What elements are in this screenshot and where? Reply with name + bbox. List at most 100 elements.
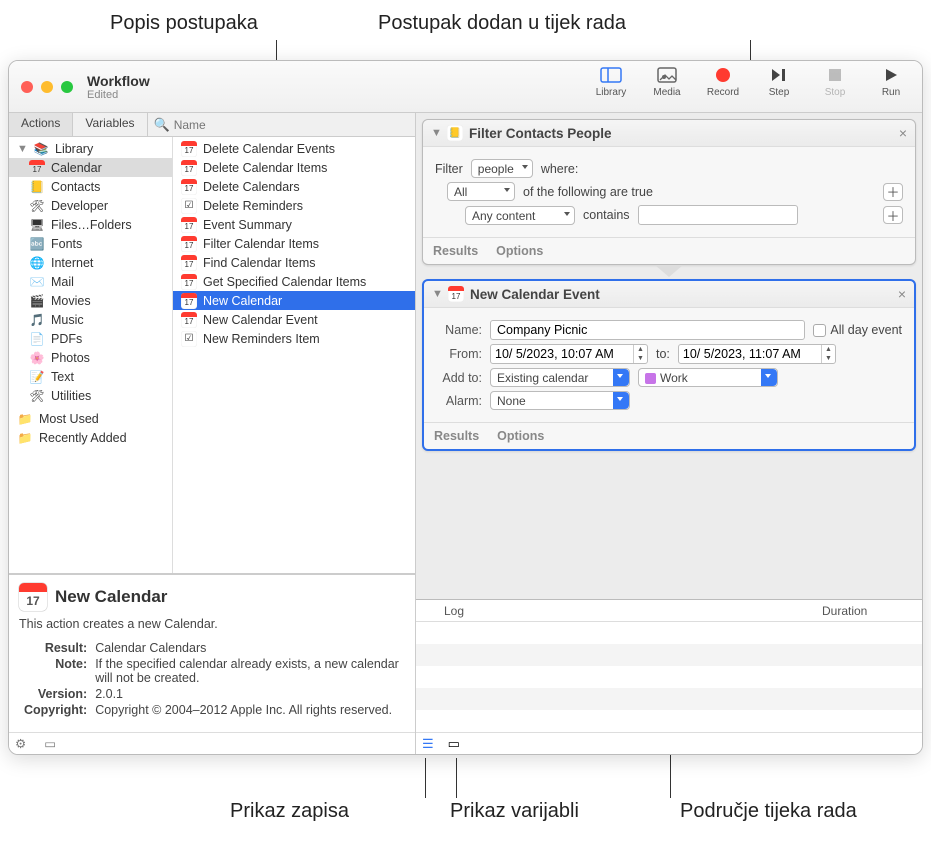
filter-select[interactable]: people <box>471 159 533 178</box>
allday-checkbox[interactable] <box>813 324 826 337</box>
action-item[interactable]: 17Delete Calendar Events <box>173 139 415 158</box>
zoom-window[interactable] <box>61 81 73 93</box>
close-window[interactable] <box>21 81 33 93</box>
results-tab[interactable]: Results <box>434 429 479 443</box>
stop-icon <box>823 65 847 85</box>
action-item[interactable]: 17Find Calendar Items <box>173 253 415 272</box>
callout-log-view: Prikaz zapisa <box>230 800 349 823</box>
tab-variables[interactable]: Variables <box>73 113 147 136</box>
field-select[interactable]: Any content <box>465 206 575 225</box>
category-sidebar[interactable]: ▼📚Library 17Calendar 📒Contacts 🛠Develope… <box>9 137 173 573</box>
variables-view-button[interactable]: ▭ <box>448 736 460 752</box>
calendar-icon: 17 <box>448 286 464 302</box>
to-date[interactable]: ▲▼ <box>678 344 836 364</box>
sidebar-item-pdfs[interactable]: 📄PDFs <box>9 329 172 348</box>
calendar-select[interactable]: Work <box>638 368 778 387</box>
where-label: where: <box>541 162 579 176</box>
options-tab[interactable]: Options <box>497 429 544 443</box>
stop-button[interactable]: Stop <box>814 65 856 98</box>
sidebar-item-calendar[interactable]: 17Calendar <box>9 158 172 177</box>
sidebar-item-developer[interactable]: 🛠Developer <box>9 196 172 215</box>
library-icon: 📚 <box>33 141 49 157</box>
sidebar-item-fonts[interactable]: 🔤Fonts <box>9 234 172 253</box>
sidebar-item-music[interactable]: 🎵Music <box>9 310 172 329</box>
window-title: Workflow <box>87 73 150 89</box>
from-date[interactable]: ▲▼ <box>490 344 648 364</box>
all-select[interactable]: All <box>447 182 515 201</box>
search-icon: 🔍 <box>154 117 170 133</box>
action-item[interactable]: 17Delete Calendar Items <box>173 158 415 177</box>
sidebar-item-movies[interactable]: 🎬Movies <box>9 291 172 310</box>
utilities-icon: 🛠 <box>29 388 45 404</box>
search-field[interactable]: 🔍 <box>148 113 416 136</box>
sidebar-most-used[interactable]: 📁Most Used <box>9 409 172 428</box>
action-item[interactable]: 17Filter Calendar Items <box>173 234 415 253</box>
alarm-select[interactable]: None <box>490 391 630 410</box>
action-filter-contacts[interactable]: ▼ 📒 Filter Contacts People × Filter peop… <box>422 119 916 265</box>
tab-actions[interactable]: Actions <box>9 113 73 136</box>
disclosure-icon[interactable]: ▼ <box>432 288 442 300</box>
disclosure-icon[interactable]: ▼ <box>431 127 441 139</box>
gear-icon[interactable]: ⚙ <box>15 736 26 751</box>
automator-window: Workflow Edited Library Media Record Ste… <box>8 60 923 755</box>
action-new-calendar-event[interactable]: ▼ 17 New Calendar Event × Name: All day … <box>422 279 916 451</box>
action-item[interactable]: 17New Calendar <box>173 291 415 310</box>
description-toggle-icon[interactable]: ▭ <box>44 736 56 751</box>
calendar-icon: 17 <box>181 274 197 290</box>
contains-input[interactable] <box>638 205 798 225</box>
fonts-icon: 🔤 <box>29 236 45 252</box>
results-tab[interactable]: Results <box>433 244 478 258</box>
sidebar-item-utilities[interactable]: 🛠Utilities <box>9 386 172 405</box>
options-tab[interactable]: Options <box>496 244 543 258</box>
library-pane: Actions Variables 🔍 ▼📚Library 17Calendar… <box>9 113 416 754</box>
callout-line <box>456 758 457 798</box>
search-input[interactable] <box>174 118 409 132</box>
add-rule-button[interactable]: ＋ <box>883 183 903 201</box>
media-icon <box>655 65 679 85</box>
sidebar-item-contacts[interactable]: 📒Contacts <box>9 177 172 196</box>
callout-workflow-action: Postupak dodan u tijek rada <box>378 12 626 35</box>
action-item[interactable]: ☑Delete Reminders <box>173 196 415 215</box>
sidebar-item-internet[interactable]: 🌐Internet <box>9 253 172 272</box>
info-title: New Calendar <box>55 587 167 607</box>
action-item[interactable]: 17Get Specified Calendar Items <box>173 272 415 291</box>
sidebar-recently-added[interactable]: 📁Recently Added <box>9 428 172 447</box>
workflow-area[interactable]: ▼ 📒 Filter Contacts People × Filter peop… <box>416 113 922 599</box>
sidebar-library[interactable]: ▼📚Library <box>9 139 172 158</box>
reminders-icon: ☑ <box>181 198 197 214</box>
event-name-input[interactable] <box>490 320 805 340</box>
close-icon[interactable]: × <box>899 125 907 141</box>
alarm-label: Alarm: <box>436 394 482 408</box>
following-label: of the following are true <box>523 185 653 199</box>
step-icon <box>767 65 791 85</box>
duration-column: Duration <box>822 604 922 618</box>
addto-select[interactable]: Existing calendar <box>490 368 630 387</box>
reminders-icon: ☑ <box>181 331 197 347</box>
library-button[interactable]: Library <box>590 65 632 98</box>
log-rows[interactable] <box>416 622 922 732</box>
allday-label: All day event <box>830 323 902 337</box>
actions-list[interactable]: 17Delete Calendar Events17Delete Calenda… <box>173 137 415 573</box>
action-item[interactable]: 17New Calendar Event <box>173 310 415 329</box>
step-button[interactable]: Step <box>758 65 800 98</box>
sidebar-item-photos[interactable]: 🌸Photos <box>9 348 172 367</box>
sidebar-item-text[interactable]: 📝Text <box>9 367 172 386</box>
run-button[interactable]: Run <box>870 65 912 98</box>
calendar-icon: 17 <box>181 179 197 195</box>
add-rule-button[interactable]: ＋ <box>883 206 903 224</box>
calendar-icon: 17 <box>29 160 45 176</box>
action-item[interactable]: 17Delete Calendars <box>173 177 415 196</box>
media-button[interactable]: Media <box>646 65 688 98</box>
sidebar-item-files[interactable]: 🖥Files…Folders <box>9 215 172 234</box>
log-view-button[interactable]: ☰ <box>422 736 434 752</box>
callout-line <box>425 758 426 798</box>
action-title: New Calendar Event <box>470 287 600 302</box>
action-item[interactable]: ☑New Reminders Item <box>173 329 415 348</box>
minimize-window[interactable] <box>41 81 53 93</box>
sidebar-icon <box>599 65 623 85</box>
close-icon[interactable]: × <box>898 286 906 302</box>
action-item[interactable]: 17Event Summary <box>173 215 415 234</box>
titlebar: Workflow Edited Library Media Record Ste… <box>9 61 922 113</box>
sidebar-item-mail[interactable]: ✉️Mail <box>9 272 172 291</box>
record-button[interactable]: Record <box>702 65 744 98</box>
